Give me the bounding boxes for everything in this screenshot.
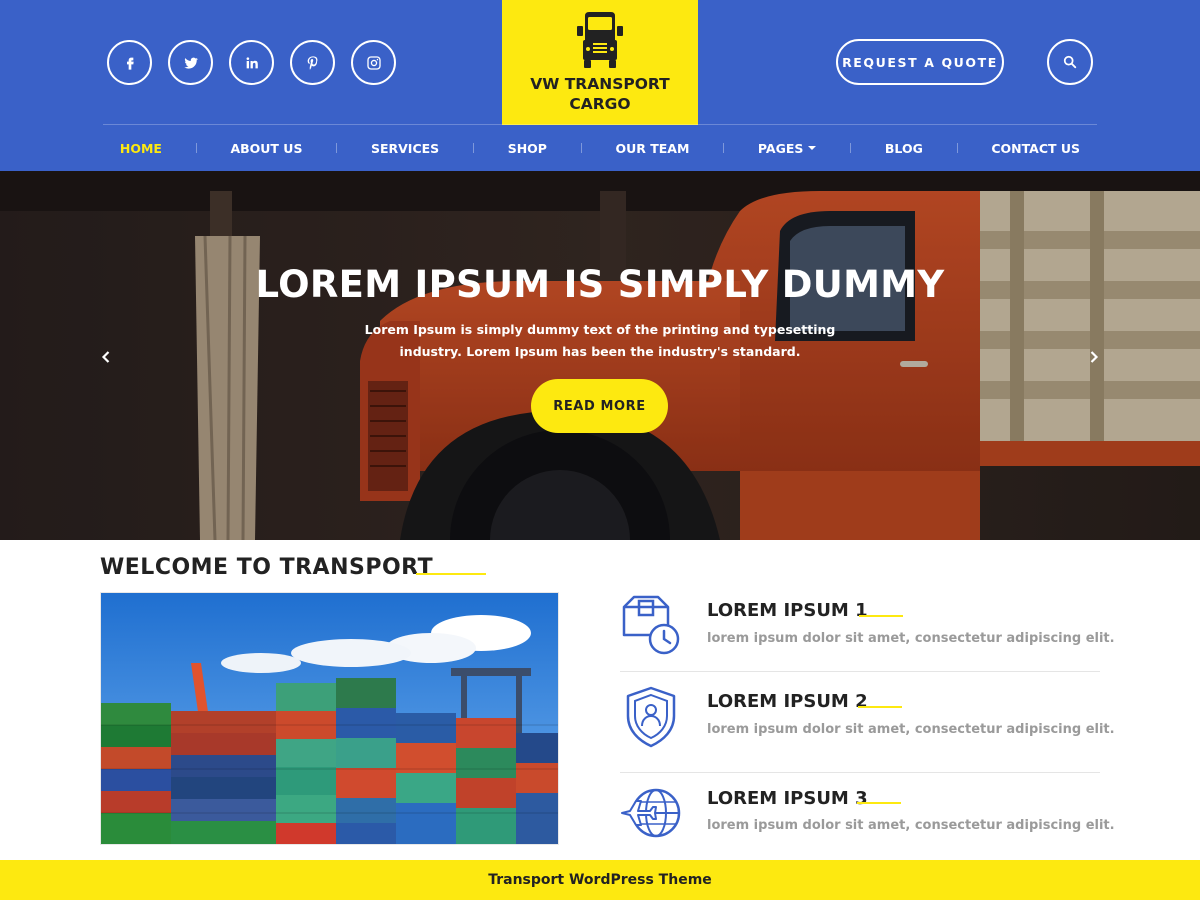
title-underline xyxy=(859,615,903,617)
truck-icon xyxy=(577,12,623,68)
nav-separator xyxy=(850,143,852,153)
social-links xyxy=(107,40,396,85)
nav-pages[interactable]: PAGES xyxy=(758,141,817,156)
nav-shop[interactable]: SHOP xyxy=(508,141,547,156)
nav-separator xyxy=(723,143,725,153)
hero-subtitle: Lorem Ipsum is simply dummy text of the … xyxy=(364,322,836,359)
chevron-right-icon xyxy=(1090,351,1099,363)
feature-title: LOREM IPSUM 3 xyxy=(707,788,868,809)
nav-separator xyxy=(472,143,474,153)
feature-description: lorem ipsum dolor sit amet, consectetur … xyxy=(707,818,1115,833)
theme-footer-bar: Transport WordPress Theme xyxy=(0,860,1200,900)
containers-image xyxy=(100,592,559,845)
linkedin-icon[interactable] xyxy=(229,40,274,85)
nav-about-us[interactable]: ABOUT US xyxy=(230,141,302,156)
nav-contact-us[interactable]: CONTACT US xyxy=(991,141,1080,156)
read-more-button[interactable]: READ MORE xyxy=(531,379,668,433)
main-nav: HOME ABOUT US SERVICES SHOP OUR TEAM PAG… xyxy=(103,125,1097,171)
nav-separator xyxy=(580,143,582,153)
search-icon xyxy=(1063,55,1077,69)
facebook-icon[interactable] xyxy=(107,40,152,85)
footer-label[interactable]: Transport WordPress Theme xyxy=(488,872,712,888)
feature-title: LOREM IPSUM 2 xyxy=(707,691,868,712)
title-underline xyxy=(858,706,902,708)
feature-description: lorem ipsum dolor sit amet, consectetur … xyxy=(707,722,1115,737)
feature-description: lorem ipsum dolor sit amet, consectetur … xyxy=(707,631,1115,646)
title-underline xyxy=(416,573,486,575)
slider-prev-arrow[interactable] xyxy=(98,349,114,365)
nav-separator xyxy=(195,143,197,153)
request-quote-button[interactable]: REQUEST A QUOTE xyxy=(836,39,1004,85)
logo-line-2: CARGO xyxy=(569,95,631,113)
nav-separator xyxy=(336,143,338,153)
chevron-left-icon xyxy=(101,351,110,363)
logo-text: VW TRANSPORT CARGO xyxy=(530,74,669,114)
search-button[interactable] xyxy=(1047,39,1093,85)
package-clock-icon xyxy=(622,595,680,655)
nav-pages-label: PAGES xyxy=(757,140,804,156)
site-logo[interactable]: VW TRANSPORT CARGO xyxy=(502,0,698,125)
slider-next-arrow[interactable] xyxy=(1086,349,1102,365)
hero-title: LOREM IPSUM IS SIMPLY DUMMY xyxy=(255,263,945,306)
logo-line-1: VW TRANSPORT xyxy=(530,75,670,93)
nav-our-team[interactable]: OUR TEAM xyxy=(615,141,689,156)
hero-slider: LOREM IPSUM IS SIMPLY DUMMY Lorem Ipsum … xyxy=(0,171,1200,540)
title-underline xyxy=(857,802,901,804)
instagram-icon[interactable] xyxy=(351,40,396,85)
nav-blog[interactable]: BLOG xyxy=(885,141,923,156)
feature-title: LOREM IPSUM 1 xyxy=(707,600,868,621)
plane-globe-icon xyxy=(621,788,681,838)
nav-services[interactable]: SERVICES xyxy=(371,141,439,156)
chevron-down-icon xyxy=(808,146,817,150)
nav-home[interactable]: HOME xyxy=(120,141,162,156)
feature-divider xyxy=(620,772,1100,773)
feature-divider xyxy=(620,671,1100,672)
pinterest-icon[interactable] xyxy=(290,40,335,85)
nav-separator xyxy=(956,143,958,153)
site-header: VW TRANSPORT CARGO REQUEST A QUOTE HOME … xyxy=(0,0,1200,171)
shield-person-icon xyxy=(626,686,676,748)
twitter-icon[interactable] xyxy=(168,40,213,85)
section-title: WELCOME TO TRANSPORT xyxy=(100,555,434,580)
